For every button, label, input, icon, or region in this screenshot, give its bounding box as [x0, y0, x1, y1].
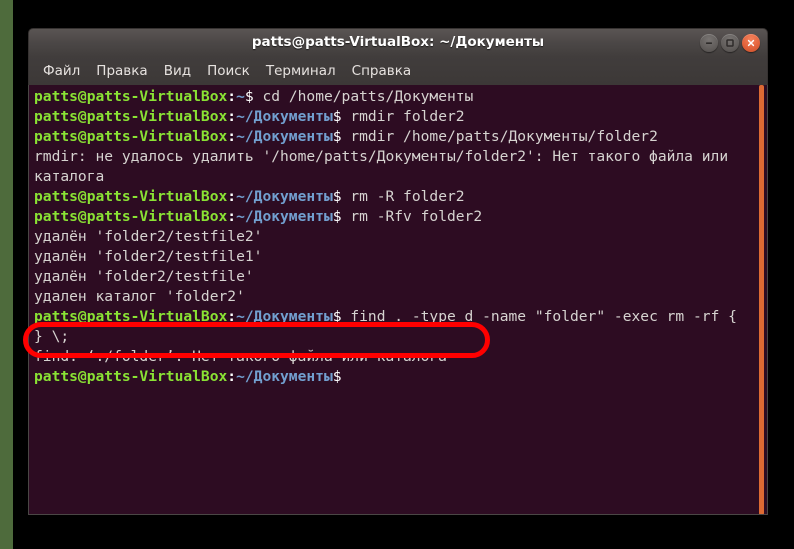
prompt-path: ~/Документы [236, 108, 333, 125]
prompt-colon: : [227, 128, 237, 145]
terminal-prompt-line: patts@patts-VirtualBox:~/Документы$ [34, 367, 753, 387]
close-icon [746, 38, 756, 48]
prompt-colon: : [227, 88, 237, 105]
prompt-user-host: patts@patts-VirtualBox [34, 188, 228, 205]
terminal-output-text: удален каталог 'folder2' [34, 288, 245, 305]
maximize-button[interactable] [721, 34, 739, 52]
minimize-icon [704, 38, 714, 48]
menu-item-help[interactable]: Справка [344, 61, 419, 81]
menu-item-search[interactable]: Поиск [199, 61, 258, 81]
prompt-user-host: patts@patts-VirtualBox [34, 368, 228, 385]
prompt-colon: : [227, 308, 237, 325]
terminal-prompt-line: patts@patts-VirtualBox:~$ cd /home/patts… [34, 87, 753, 107]
terminal-output-line: удалён 'folder2/testfile2' [34, 227, 753, 247]
prompt-user-host: patts@patts-VirtualBox [34, 88, 228, 105]
terminal-output-line: } \; [34, 327, 753, 347]
terminal-prompt-line: patts@patts-VirtualBox:~/Документы$ find… [34, 307, 753, 327]
terminal-command: rm -R folder2 [341, 188, 465, 205]
terminal-output-text: удалён 'folder2/testfile' [34, 268, 254, 285]
menu-bar: Файл Правка Вид Поиск Терминал Справка [28, 57, 768, 85]
terminal-scrollbar[interactable] [754, 85, 766, 514]
close-button[interactable] [742, 34, 760, 52]
terminal-output-line: rmdir: не удалось удалить '/home/patts/Д… [34, 147, 753, 167]
prompt-path: ~/Документы [236, 128, 333, 145]
terminal-output-line: find: ‘./folder’: Нет такого файла или к… [34, 347, 753, 367]
terminal-output-text: rmdir: не удалось удалить '/home/patts/Д… [34, 148, 729, 165]
prompt-path: ~/Документы [236, 368, 333, 385]
terminal-prompt-line: patts@patts-VirtualBox:~/Документы$ rmdi… [34, 107, 753, 127]
window-titlebar[interactable]: patts@patts-VirtualBox: ~/Документы [28, 28, 768, 57]
maximize-icon [725, 38, 735, 48]
terminal-window: patts@patts-VirtualBox: ~/Документы Файл… [28, 28, 768, 516]
menu-item-terminal[interactable]: Терминал [258, 61, 344, 81]
prompt-symbol: $ [332, 368, 342, 385]
prompt-user-host: patts@patts-VirtualBox [34, 308, 228, 325]
prompt-colon: : [227, 368, 237, 385]
terminal-output-line: каталога [34, 167, 753, 187]
minimize-button[interactable] [700, 34, 718, 52]
terminal-output-area[interactable]: patts@patts-VirtualBox:~$ cd /home/patts… [28, 85, 768, 515]
prompt-path: ~/Документы [236, 308, 333, 325]
prompt-symbol: $ [332, 108, 342, 125]
terminal-output-line: удалён 'folder2/testfile1' [34, 247, 753, 267]
prompt-path: ~/Документы [236, 208, 333, 225]
terminal-output-text: удалён 'folder2/testfile1' [34, 248, 263, 265]
terminal-command: rmdir folder2 [341, 108, 465, 125]
terminal-command: rmdir /home/patts/Документы/folder2 [341, 128, 658, 145]
terminal-command: rm -Rfv folder2 [341, 208, 483, 225]
prompt-user-host: patts@patts-VirtualBox [34, 128, 228, 145]
menu-item-edit[interactable]: Правка [88, 61, 155, 81]
prompt-colon: : [227, 108, 237, 125]
prompt-path: ~/Документы [236, 188, 333, 205]
terminal-prompt-line: patts@patts-VirtualBox:~/Документы$ rm -… [34, 187, 753, 207]
prompt-symbol: $ [332, 308, 342, 325]
terminal-output-text: каталога [34, 168, 105, 185]
prompt-path: ~ [236, 88, 245, 105]
window-controls [700, 34, 760, 52]
prompt-symbol: $ [332, 128, 342, 145]
terminal-prompt-line: patts@patts-VirtualBox:~/Документы$ rmdi… [34, 127, 753, 147]
menu-item-view[interactable]: Вид [156, 61, 199, 81]
terminal-text: patts@patts-VirtualBox:~$ cd /home/patts… [34, 87, 753, 387]
prompt-colon: : [227, 208, 237, 225]
terminal-command: cd /home/patts/Документы [253, 88, 474, 105]
terminal-output-text: } \; [34, 328, 70, 345]
prompt-symbol: $ [332, 188, 342, 205]
prompt-user-host: patts@patts-VirtualBox [34, 208, 228, 225]
terminal-output-text: удалён 'folder2/testfile2' [34, 228, 263, 245]
prompt-symbol: $ [244, 88, 254, 105]
prompt-colon: : [227, 188, 237, 205]
terminal-output-line: удален каталог 'folder2' [34, 287, 753, 307]
desktop-left-strip [0, 0, 13, 549]
prompt-symbol: $ [332, 208, 342, 225]
terminal-output-line: удалён 'folder2/testfile' [34, 267, 753, 287]
terminal-prompt-line: patts@patts-VirtualBox:~/Документы$ rm -… [34, 207, 753, 227]
terminal-output-text: find: ‘./folder’: Нет такого файла или к… [34, 348, 447, 365]
menu-item-file[interactable]: Файл [35, 61, 88, 81]
terminal-command: find . -type d -name "folder" -exec rm -… [341, 308, 737, 325]
prompt-user-host: patts@patts-VirtualBox [34, 108, 228, 125]
scrollbar-thumb[interactable] [759, 85, 764, 514]
window-title: patts@patts-VirtualBox: ~/Документы [251, 34, 545, 50]
